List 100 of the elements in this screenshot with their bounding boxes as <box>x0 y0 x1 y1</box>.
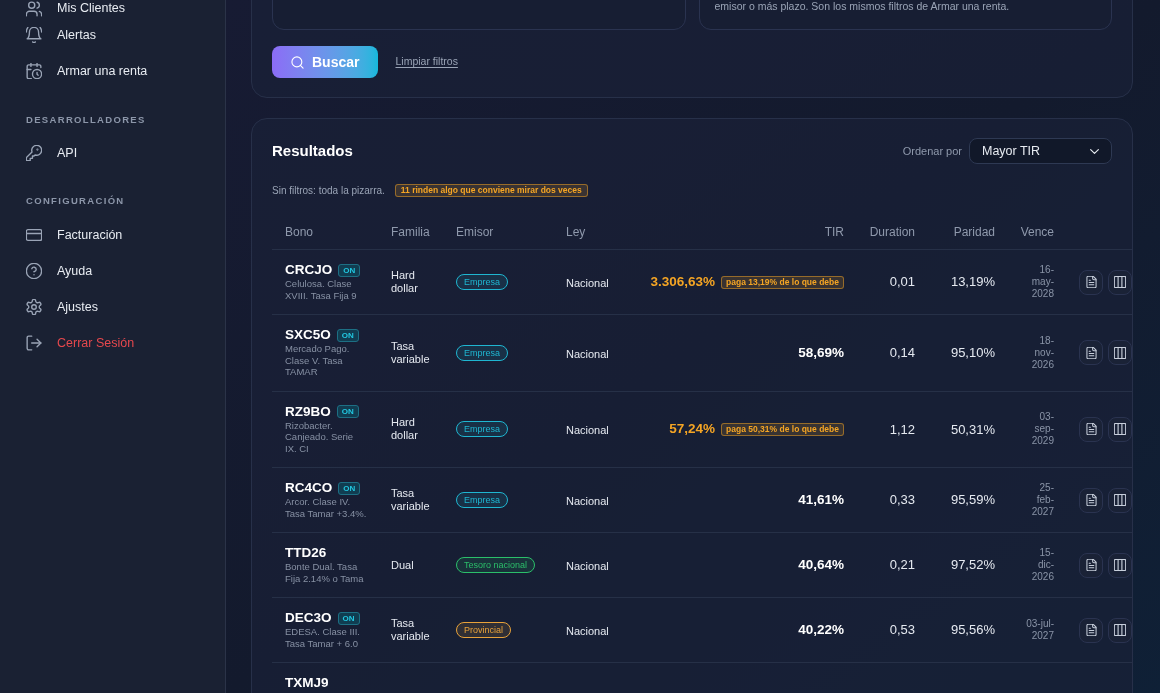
law-cell: Nacional <box>566 560 609 572</box>
chevron-down-icon <box>1090 146 1099 156</box>
type-tag: ON <box>336 328 359 342</box>
bond-ticker: RZ9BO <box>285 404 331 419</box>
section-heading: DESARROLLADORES <box>25 114 147 126</box>
document-icon <box>1085 559 1097 571</box>
issuer-tag: Provincial <box>456 622 511 638</box>
sidebar-item[interactable]: Mis Clientes <box>14 0 211 17</box>
columns-button[interactable] <box>1108 340 1132 366</box>
bond-description: EDESA. Clase III. Tasa Tamar + 6.0 <box>285 626 361 649</box>
bond-ticker: SXC5O <box>285 328 331 342</box>
maturity-cell-text: 03-sep-2029 <box>1030 411 1054 448</box>
column-header: Vence <box>1020 224 1054 239</box>
maturity-cell-text: 18-nov-2026 <box>1030 334 1054 371</box>
users-icon <box>26 0 42 17</box>
logout-icon <box>26 335 42 351</box>
type-tag: ON <box>338 263 361 277</box>
maturity-cell-text: 25-feb-2027 <box>1030 482 1054 518</box>
columns-button[interactable] <box>1108 552 1132 578</box>
duration-cell-text: 0,01 <box>889 273 915 292</box>
results-title: Resultados <box>272 140 353 161</box>
warning-badge: paga 50,31% de lo que debe <box>721 422 844 436</box>
law-cell: Nacional <box>566 347 609 360</box>
tir-value: 40,64% <box>798 555 844 574</box>
filter-summary: Sin filtros: toda la pizarra. <box>272 183 385 198</box>
sidebar-item[interactable]: Ajustes <box>14 289 211 325</box>
settings-icon <box>26 299 42 315</box>
sidebar-item[interactable]: Ayuda <box>14 253 211 289</box>
columns-icon <box>1114 624 1126 636</box>
document-button[interactable] <box>1079 416 1103 442</box>
law-cell: Nacional <box>566 277 609 289</box>
document-icon <box>1085 276 1097 288</box>
key-icon <box>26 145 42 161</box>
maturity-cell-text: 15-dic-2026 <box>1030 547 1054 583</box>
tir-value: 3.306,63% <box>650 272 716 291</box>
type-tag: ON <box>338 481 361 495</box>
parity-cell-text: 97,52% <box>950 556 995 575</box>
sidebar-item[interactable]: Armar una renta <box>14 53 211 89</box>
sort-select[interactable]: Mayor TIR <box>969 138 1112 164</box>
clear-filters-link[interactable]: Limpiar filtros <box>395 54 458 70</box>
issuer-tag: Empresa <box>456 344 508 361</box>
type-tag: ON <box>336 405 359 418</box>
sidebar-item[interactable]: Cerrar Sesión <box>14 325 211 361</box>
document-button[interactable] <box>1079 617 1103 643</box>
columns-icon <box>1114 559 1126 571</box>
parity-cell-text: 13,19% <box>950 273 995 292</box>
duration-cell-text: 1,12 <box>889 420 915 439</box>
bond-description: Celulosa. Clase XVIII. Tasa Fija 9 <box>285 278 358 301</box>
column-header: Emisor <box>456 224 494 239</box>
maturity-cell-text: 16-may-2028 <box>1030 264 1054 300</box>
document-button[interactable] <box>1079 340 1103 366</box>
family-cell-text: Tasa variable <box>391 339 431 366</box>
duration-cell-text: 0,21 <box>889 556 915 575</box>
help-text: emisor o más plazo. Son los mismos filtros de Armar una renta. <box>714 0 1010 13</box>
law-cell: Nacional <box>566 625 609 637</box>
document-icon <box>1085 494 1097 506</box>
section-heading: CONFIGURACIÓN <box>25 195 126 207</box>
issuer-tag: Empresa <box>456 274 508 290</box>
columns-icon <box>1114 346 1126 359</box>
tir-value: 41,61% <box>798 490 844 509</box>
tir-value: 58,69% <box>798 343 844 362</box>
columns-icon <box>1114 494 1126 506</box>
warning-badge: paga 13,19% de lo que debe <box>721 275 844 289</box>
column-header: Bono <box>285 224 314 239</box>
document-button[interactable] <box>1079 269 1103 295</box>
issuer-tag: Empresa <box>456 492 508 508</box>
document-button[interactable] <box>1079 552 1103 578</box>
bond-ticker: TTD26 <box>285 546 327 560</box>
family-cell-text: Tasa variable <box>391 617 431 643</box>
column-header: Familia <box>391 224 430 239</box>
issuer-tag: Tesoro nacional <box>456 557 536 573</box>
sidebar-item[interactable]: Alertas <box>14 17 211 53</box>
family-cell-text: Tasa variable <box>391 487 431 513</box>
law-cell: Nacional <box>566 495 609 507</box>
columns-button[interactable] <box>1108 617 1132 643</box>
column-header: Paridad <box>953 224 995 239</box>
sidebar-item[interactable]: Facturación <box>14 217 211 253</box>
parity-cell-text: 95,10% <box>950 344 995 362</box>
type-tag: ON <box>337 611 360 625</box>
bond-ticker: RC4CO <box>285 481 333 495</box>
credit-card-icon <box>26 227 42 243</box>
duration-cell-text: 0,14 <box>889 344 915 362</box>
document-icon <box>1085 423 1097 436</box>
columns-button[interactable] <box>1108 269 1132 295</box>
document-icon <box>1085 624 1097 636</box>
document-button[interactable] <box>1079 487 1103 513</box>
parity-cell-text: 95,59% <box>950 491 995 510</box>
columns-button[interactable] <box>1108 487 1132 513</box>
sidebar-item[interactable]: API <box>14 135 211 171</box>
duration-cell-text: 0,33 <box>889 491 915 510</box>
bell-icon <box>26 27 42 43</box>
bond-description: Bonte Dual. Tasa Fija 2.14% o Tama <box>285 561 365 584</box>
family-cell-text: Dual <box>391 558 415 572</box>
calendar-clock-icon <box>26 63 42 79</box>
duration-cell-text: 0,53 <box>889 621 915 640</box>
family-cell-text: Hard dollar <box>391 269 419 295</box>
bond-ticker: DEC3O <box>285 611 332 625</box>
law-cell: Nacional <box>566 424 609 437</box>
column-header: Duration <box>869 224 915 239</box>
columns-button[interactable] <box>1108 416 1132 442</box>
